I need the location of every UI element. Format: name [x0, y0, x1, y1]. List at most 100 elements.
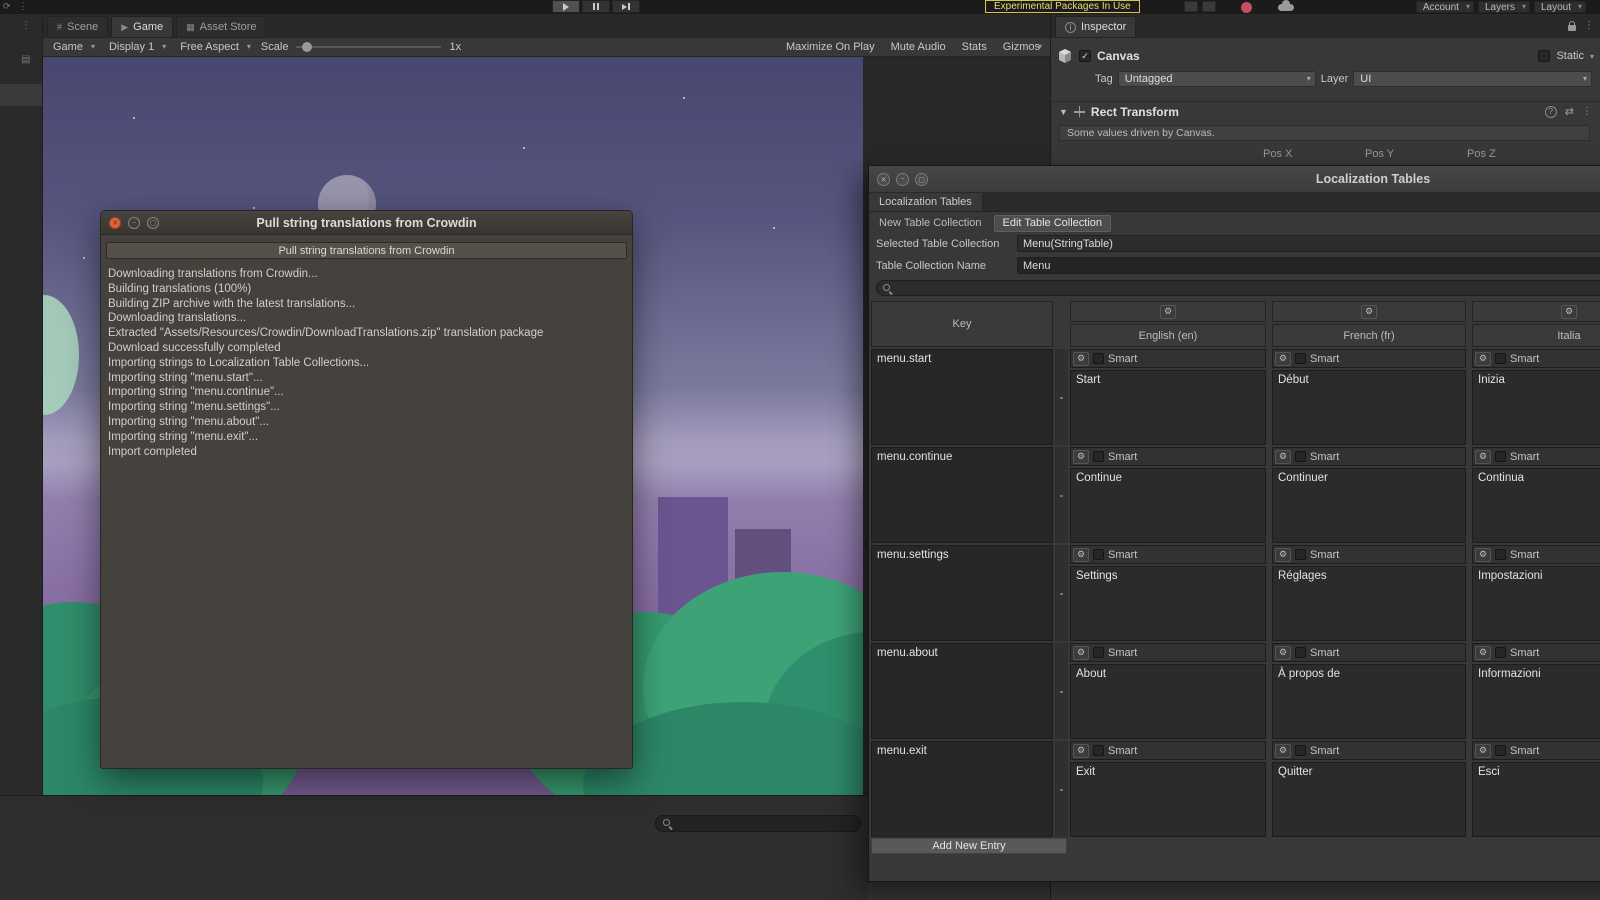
translation-value[interactable]: Exit — [1070, 762, 1266, 837]
smart-checkbox[interactable] — [1093, 549, 1104, 560]
key-cell[interactable]: menu.exit — [871, 741, 1053, 837]
key-cell[interactable]: menu.about — [871, 643, 1053, 739]
tab-scene[interactable]: # Scene — [47, 16, 109, 37]
remove-entry-button[interactable]: - — [1060, 783, 1064, 795]
foldout-icon[interactable]: ▼ — [1059, 107, 1068, 117]
smart-checkbox[interactable] — [1295, 647, 1306, 658]
smart-string-icon[interactable]: ⚙ — [1275, 449, 1291, 464]
selected-collection-dropdown[interactable]: Menu(StringTable) — [1017, 235, 1600, 252]
kebab-menu-icon[interactable]: ⋮ — [1582, 106, 1592, 117]
maximize-icon[interactable]: ▢ — [147, 217, 159, 229]
tab-inspector[interactable]: i Inspector — [1055, 16, 1137, 37]
minimize-icon[interactable]: − — [896, 173, 909, 186]
translation-value[interactable]: Esci — [1472, 762, 1600, 837]
maximize-on-play-toggle[interactable]: Maximize On Play — [782, 41, 879, 53]
aspect-dropdown[interactable]: Free Aspect — [176, 41, 253, 53]
tool-icon[interactable]: ⟳ — [3, 1, 11, 12]
smart-checkbox[interactable] — [1295, 451, 1306, 462]
static-dropdown-icon[interactable]: ▾ — [1590, 52, 1594, 61]
smart-string-icon[interactable]: ⚙ — [1073, 351, 1089, 366]
account-dropdown[interactable]: Account — [1415, 1, 1474, 13]
translation-value[interactable]: Continua — [1472, 468, 1600, 543]
column-settings-fr[interactable]: ⚙ — [1272, 301, 1466, 322]
menu-icon[interactable]: ⋮ — [19, 1, 28, 12]
tab-localization-tables[interactable]: Localization Tables — [869, 193, 983, 211]
translation-value[interactable]: Réglages — [1272, 566, 1466, 641]
table-search-field[interactable] — [876, 280, 1600, 296]
smart-string-icon[interactable]: ⚙ — [1275, 743, 1291, 758]
smart-checkbox[interactable] — [1495, 647, 1506, 658]
collab-icon[interactable] — [1241, 2, 1252, 13]
smart-checkbox[interactable] — [1495, 353, 1506, 364]
rect-transform-header[interactable]: ▼ Rect Transform ? ⇄ ⋮ — [1051, 101, 1600, 121]
panel-icon[interactable]: ▤ — [21, 54, 30, 65]
translation-value[interactable]: Settings — [1070, 566, 1266, 641]
smart-string-icon[interactable]: ⚙ — [1475, 449, 1491, 464]
column-header-it[interactable]: Italia — [1472, 324, 1600, 347]
smart-checkbox[interactable] — [1295, 353, 1306, 364]
bottom-search-field[interactable] — [655, 815, 861, 832]
column-header-fr[interactable]: French (fr) — [1272, 324, 1466, 347]
play-button[interactable] — [552, 0, 580, 13]
key-cell[interactable]: menu.settings — [871, 545, 1053, 641]
column-header-en[interactable]: English (en) — [1070, 324, 1266, 347]
cloud-icon[interactable] — [1278, 0, 1294, 11]
display-dropdown[interactable]: Display 1 — [105, 41, 168, 53]
tab-game[interactable]: ▶ Game — [111, 16, 174, 37]
remove-entry-button[interactable]: - — [1060, 587, 1064, 599]
smart-checkbox[interactable] — [1295, 745, 1306, 756]
toolbar-mini-button[interactable] — [1184, 1, 1198, 12]
translation-value[interactable]: À propos de — [1272, 664, 1466, 739]
pause-button[interactable] — [582, 0, 610, 13]
layers-dropdown[interactable]: Layers — [1477, 1, 1530, 13]
translation-value[interactable]: Continuer — [1272, 468, 1466, 543]
close-icon[interactable]: ✕ — [109, 217, 121, 229]
smart-checkbox[interactable] — [1093, 647, 1104, 658]
smart-string-icon[interactable]: ⚙ — [1073, 547, 1089, 562]
smart-string-icon[interactable]: ⚙ — [1275, 547, 1291, 562]
toolbar-mini-button[interactable] — [1202, 1, 1216, 12]
key-column-header[interactable]: Key — [871, 301, 1053, 347]
tag-dropdown[interactable]: Untagged — [1117, 70, 1316, 87]
smart-string-icon[interactable]: ⚙ — [1073, 449, 1089, 464]
static-checkbox[interactable] — [1538, 50, 1551, 62]
game-mode-dropdown[interactable]: Game — [49, 41, 97, 53]
gear-icon[interactable]: ⚙ — [1160, 304, 1176, 319]
stats-toggle[interactable]: Stats — [958, 41, 991, 53]
localization-titlebar[interactable]: ✕ − ▢ Localization Tables — [869, 166, 1600, 193]
smart-string-icon[interactable]: ⚙ — [1275, 351, 1291, 366]
smart-checkbox[interactable] — [1495, 451, 1506, 462]
toolbar-slot[interactable] — [0, 84, 42, 106]
smart-string-icon[interactable]: ⚙ — [1475, 351, 1491, 366]
key-cell[interactable]: menu.continue — [871, 447, 1053, 543]
help-icon[interactable]: ? — [1544, 105, 1557, 118]
column-settings-en[interactable]: ⚙ — [1070, 301, 1266, 322]
translation-value[interactable]: Début — [1272, 370, 1466, 445]
smart-string-icon[interactable]: ⚙ — [1475, 645, 1491, 660]
slider-knob[interactable] — [302, 42, 313, 52]
edit-table-collection-tab[interactable]: Edit Table Collection — [993, 214, 1111, 232]
maximize-icon[interactable]: ▢ — [915, 173, 928, 186]
gear-icon[interactable]: ⚙ — [1561, 304, 1577, 319]
presets-icon[interactable]: ⇄ — [1565, 105, 1574, 118]
translation-value[interactable]: Start — [1070, 370, 1266, 445]
add-new-entry-button[interactable]: Add New Entry — [871, 838, 1067, 854]
smart-string-icon[interactable]: ⚙ — [1275, 645, 1291, 660]
translation-value[interactable]: Informazioni — [1472, 664, 1600, 739]
layout-dropdown[interactable]: Layout — [1533, 1, 1586, 13]
kebab-menu-icon[interactable]: ⋮ — [1584, 20, 1594, 31]
scale-slider[interactable] — [296, 42, 442, 52]
pull-translations-button[interactable]: Pull string translations from Crowdin — [106, 242, 627, 259]
translation-value[interactable]: Impostazioni — [1472, 566, 1600, 641]
menu-icon[interactable]: ⋮ — [21, 20, 31, 31]
column-settings-it[interactable]: ⚙ — [1472, 301, 1600, 322]
crowdin-titlebar[interactable]: ✕ − ▢ Pull string translations from Crow… — [101, 211, 632, 235]
step-button[interactable] — [612, 0, 640, 13]
smart-string-icon[interactable]: ⚙ — [1475, 743, 1491, 758]
new-table-collection-tab[interactable]: New Table Collection — [871, 216, 990, 231]
smart-checkbox[interactable] — [1093, 745, 1104, 756]
gameobject-name[interactable]: Canvas — [1097, 49, 1532, 63]
key-cell[interactable]: menu.start — [871, 349, 1053, 445]
translation-value[interactable]: About — [1070, 664, 1266, 739]
translation-value[interactable]: Inizia — [1472, 370, 1600, 445]
